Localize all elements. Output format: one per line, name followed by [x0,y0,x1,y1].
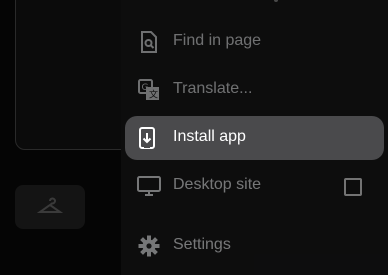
menu-item-translate[interactable]: G 文 Translate... [121,66,388,114]
menu-item-label: Translate... [173,80,253,97]
menu-item-install-app[interactable]: Install app [125,116,384,160]
svg-text:G: G [142,83,149,93]
find-in-page-icon [137,30,161,54]
background-tile [15,185,85,229]
hanger-icon [36,197,64,222]
menu-item-find-in-page[interactable]: Find in page [121,18,388,66]
menu-item-label: Settings [173,236,231,253]
menu-item-settings[interactable]: Settings [121,222,388,270]
desktop-icon [137,174,161,198]
overflow-menu: Find in page G 文 Translate... Install ap… [121,0,388,275]
menu-top-dot [274,0,278,2]
menu-item-desktop-site[interactable]: Desktop site [121,162,388,210]
menu-item-label: Find in page [173,32,262,49]
svg-text:文: 文 [149,89,158,101]
desktop-site-checkbox[interactable] [344,178,362,196]
menu-item-label: Install app [173,128,246,145]
menu-item-label: Desktop site [173,176,262,193]
translate-icon: G 文 [137,78,161,102]
gear-icon [137,234,161,258]
install-app-icon [137,126,161,150]
background-card [15,0,133,150]
